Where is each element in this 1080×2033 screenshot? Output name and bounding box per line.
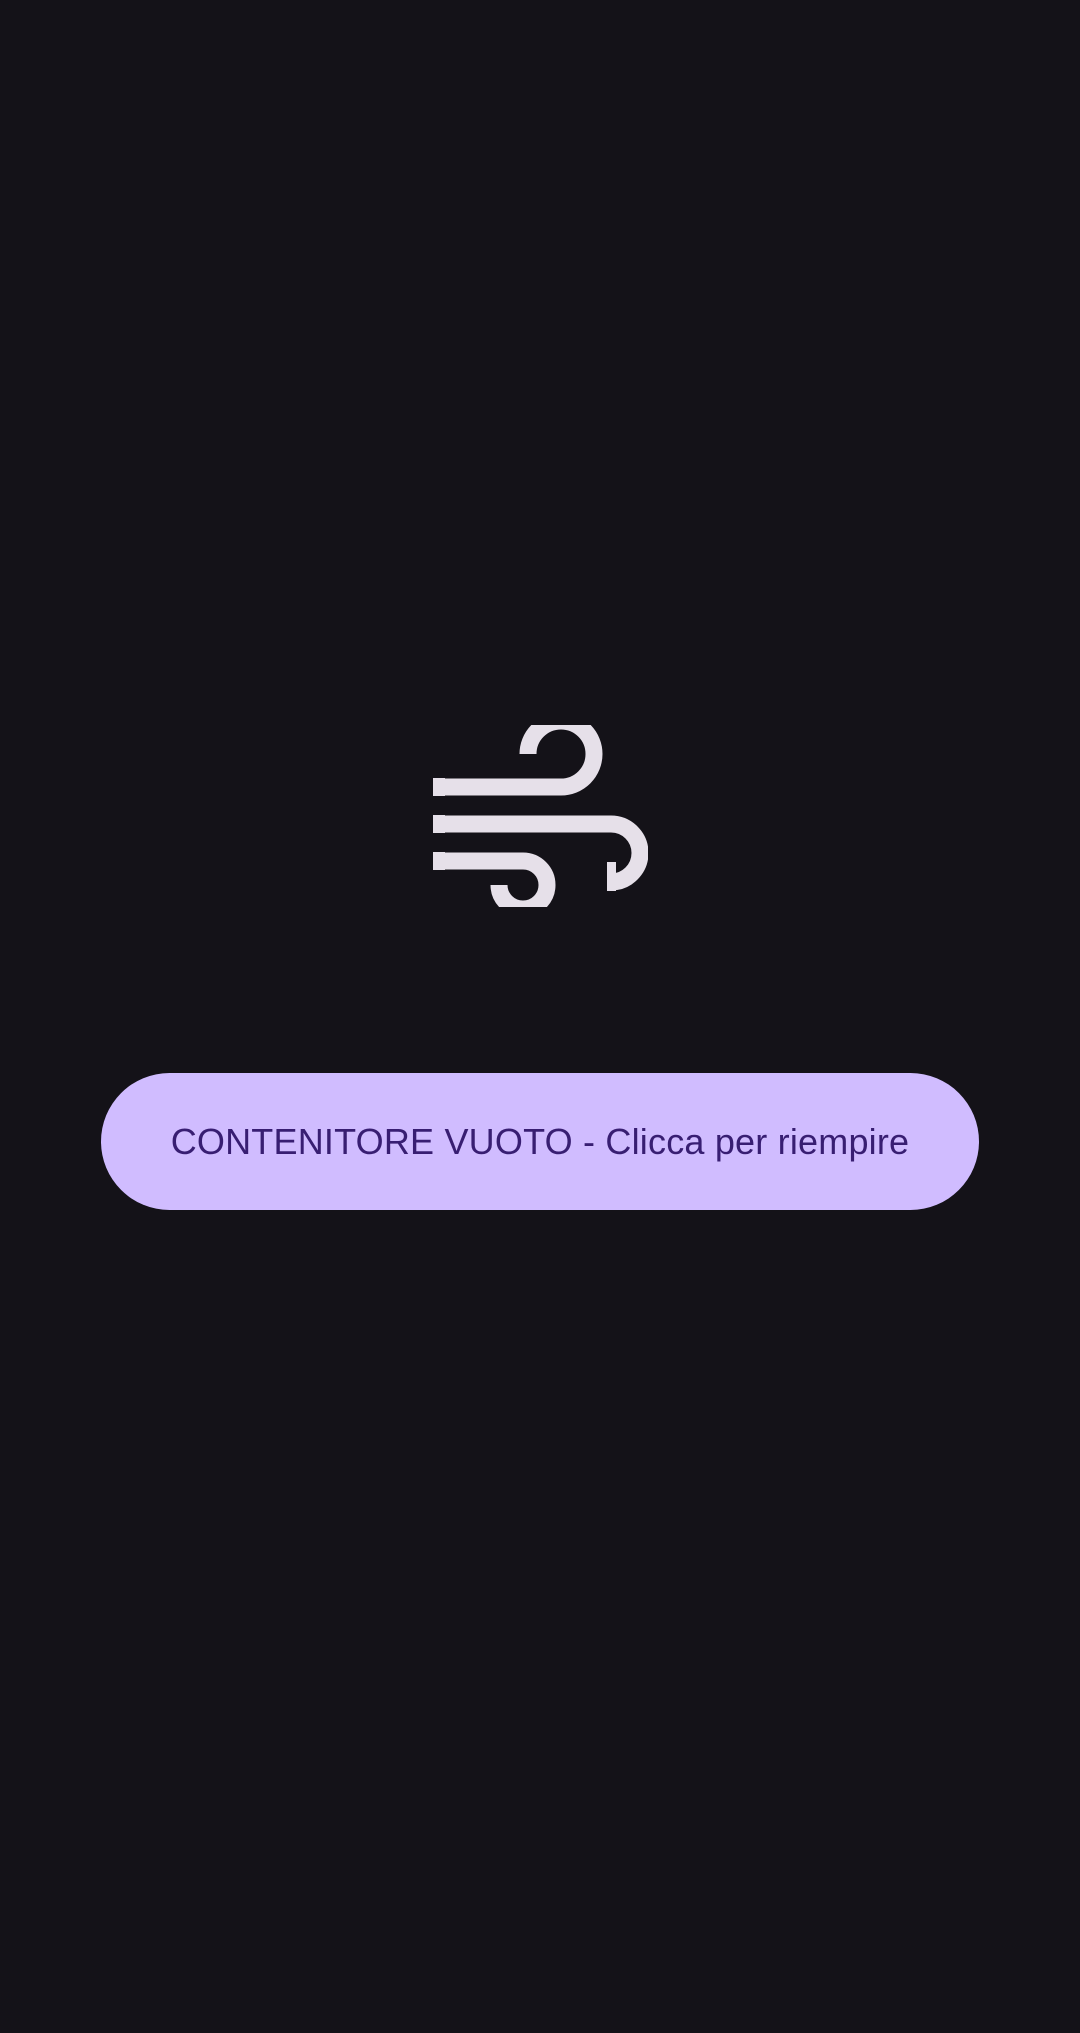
fill-container-button[interactable]: CONTENITORE VUOTO - Clicca per riempire <box>101 1073 979 1210</box>
fill-container-button-label: CONTENITORE VUOTO - Clicca per riempire <box>170 1120 910 1162</box>
air-wind-icon <box>433 725 648 907</box>
app-screen: CONTENITORE VUOTO - Clicca per riempire <box>0 0 1080 2033</box>
